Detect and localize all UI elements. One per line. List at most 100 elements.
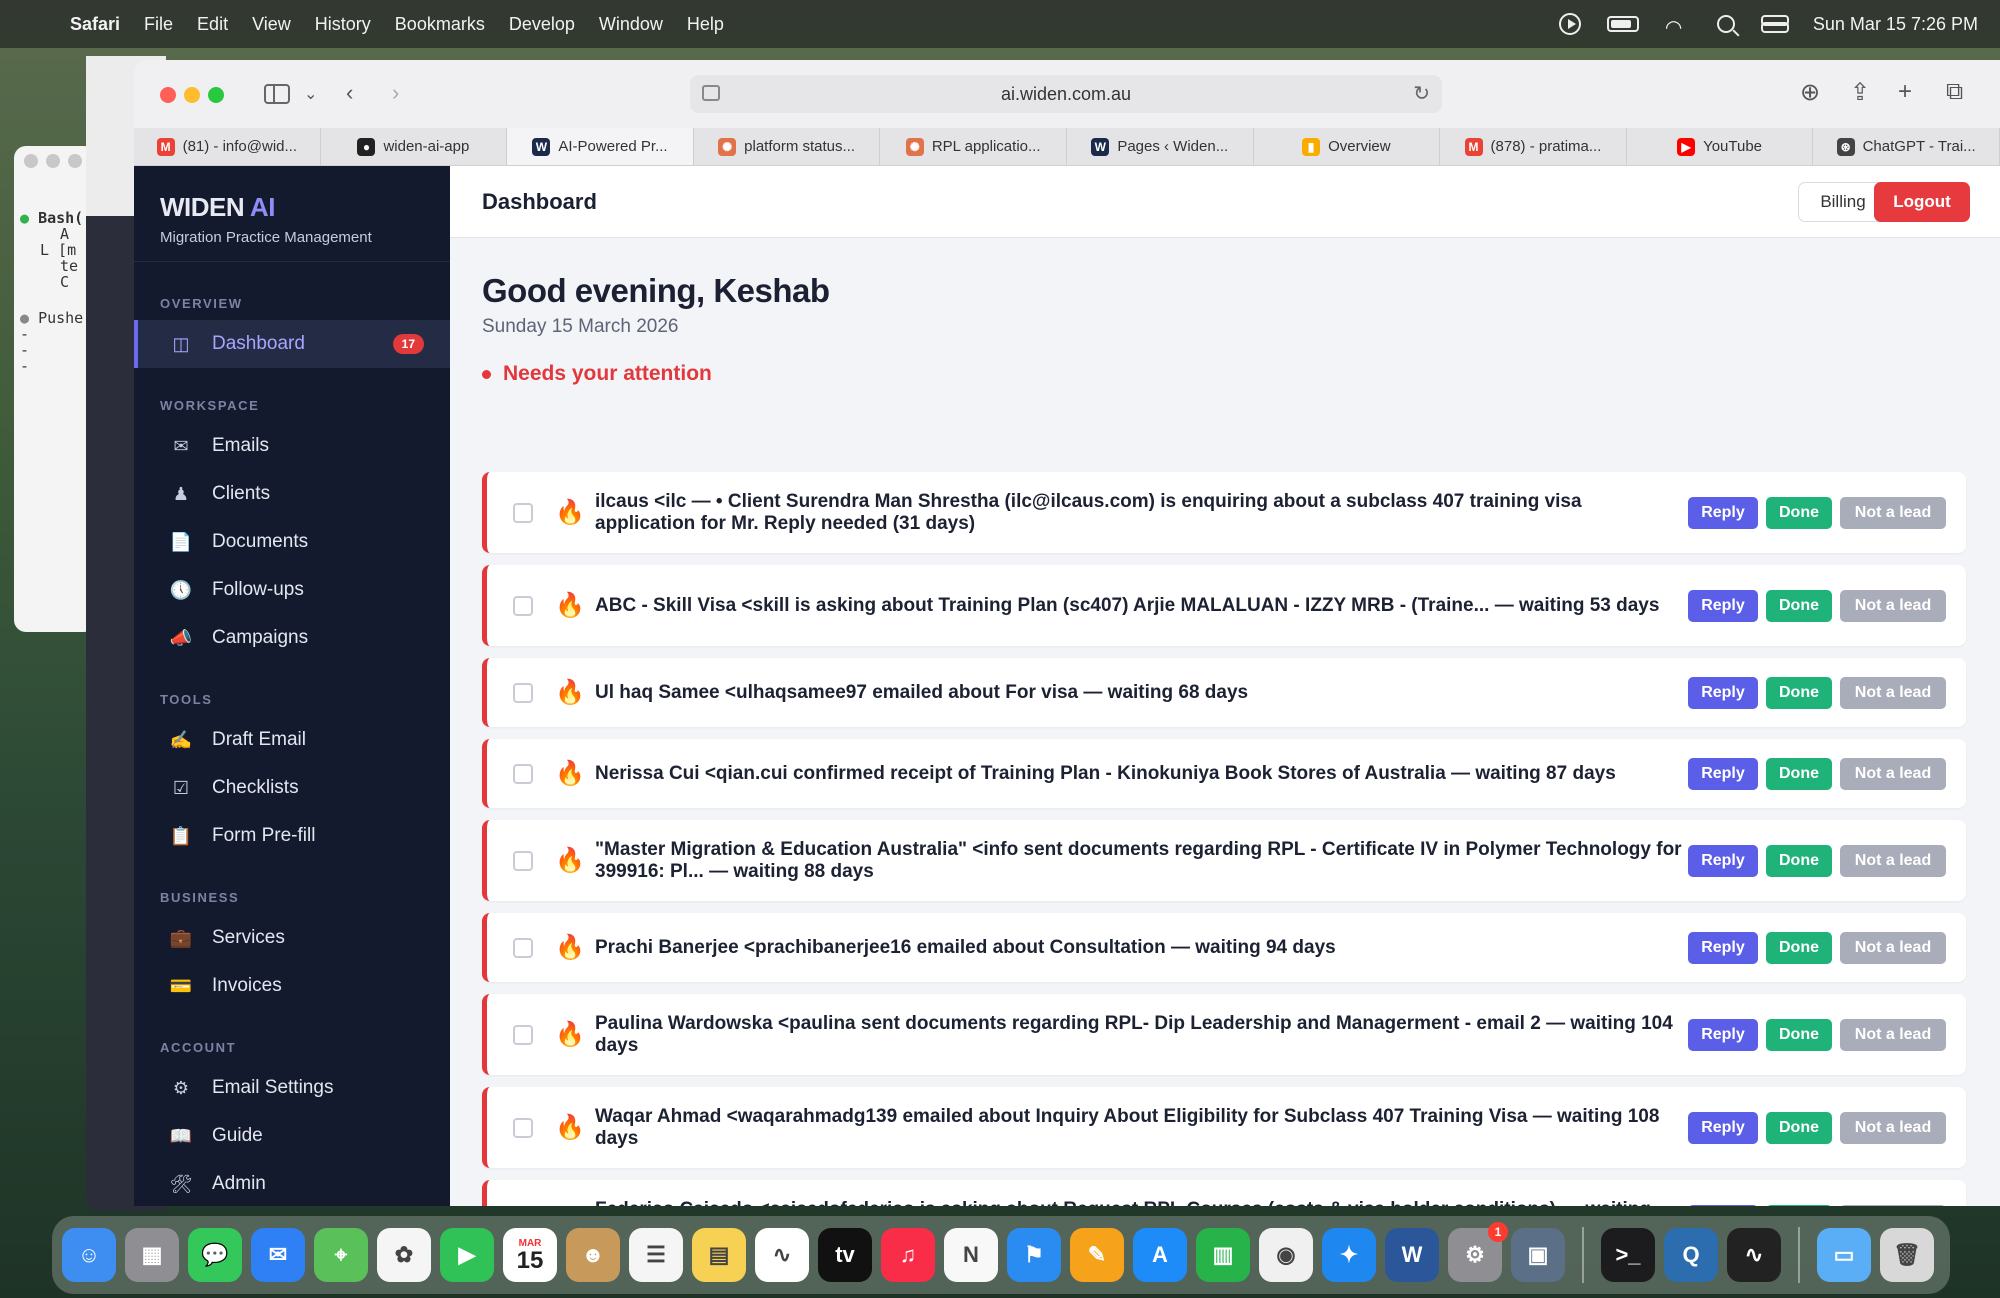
sidebar-item-email-settings[interactable]: ⚙ Email Settings	[134, 1064, 450, 1112]
dock-finder-icon[interactable]: ☺	[62, 1228, 116, 1282]
background-terminal-window[interactable]: ● Bash( A L [m te C ● Pushe - - -	[14, 146, 96, 632]
dock-downloads-icon[interactable]: ▭	[1817, 1228, 1871, 1282]
dock-notes-icon[interactable]: ▤	[692, 1228, 746, 1282]
sidebar-item-campaigns[interactable]: 📣 Campaigns	[134, 614, 450, 662]
sidebar-item-emails[interactable]: ✉ Emails	[134, 422, 450, 470]
dock-trash-icon[interactable]: 🗑	[1880, 1228, 1934, 1282]
dock-keynote-icon[interactable]: ⚑	[1007, 1228, 1061, 1282]
select-checkbox[interactable]	[513, 595, 533, 616]
done-button[interactable]: Done	[1766, 496, 1832, 529]
not-a-lead-button[interactable]: Not a lead	[1840, 676, 1946, 709]
wifi-icon[interactable]: ◠	[1665, 15, 1691, 39]
sidebar-item-checklists[interactable]: ☑ Checklists	[134, 764, 450, 812]
dock-maps-icon[interactable]: ⌖	[314, 1228, 368, 1282]
browser-tab[interactable]: ✺ platform status...	[694, 128, 881, 165]
browser-tab[interactable]: ▶ YouTube	[1627, 128, 1814, 165]
dock-contacts-icon[interactable]: ☻	[566, 1228, 620, 1282]
menu-window[interactable]: Window	[599, 14, 663, 35]
window-minimize-icon[interactable]	[46, 154, 60, 168]
dock-system-settings-icon[interactable]: ⚙ 1	[1448, 1222, 1508, 1282]
tab-group-chevron-icon[interactable]: ⌄	[304, 84, 317, 104]
battery-icon[interactable]	[1606, 16, 1639, 32]
not-a-lead-button[interactable]: Not a lead	[1840, 1018, 1946, 1051]
not-a-lead-button[interactable]: Not a lead	[1840, 844, 1946, 877]
menubar-clock[interactable]: Sun Mar 15 7:26 PM	[1813, 14, 1978, 35]
dock-launchpad-icon[interactable]: ▦	[125, 1228, 179, 1282]
not-a-lead-button[interactable]: Not a lead	[1840, 496, 1946, 529]
sidebar-item-invoices[interactable]: 💳 Invoices	[134, 962, 450, 1010]
not-a-lead-button[interactable]: Not a lead	[1840, 931, 1946, 964]
window-close-icon[interactable]	[24, 154, 38, 168]
dock-app-store-icon[interactable]: A	[1133, 1228, 1187, 1282]
control-center-icon[interactable]	[1760, 15, 1789, 33]
dock-news-icon[interactable]: N	[944, 1228, 998, 1282]
menu-edit[interactable]: Edit	[197, 14, 228, 35]
not-a-lead-button[interactable]: Not a lead	[1840, 757, 1946, 790]
select-checkbox[interactable]	[513, 682, 533, 703]
dock-terminal-icon[interactable]: >_	[1601, 1228, 1655, 1282]
menu-view[interactable]: View	[252, 14, 291, 35]
spotlight-icon[interactable]	[1716, 15, 1735, 33]
sidebar-item-admin[interactable]: 🛠 Admin	[134, 1160, 450, 1206]
dock-messages-icon[interactable]: 💬	[188, 1228, 242, 1282]
done-button[interactable]: Done	[1766, 1204, 1832, 1206]
dock-preview-icon[interactable]: ▣	[1511, 1228, 1565, 1282]
menu-bookmarks[interactable]: Bookmarks	[395, 14, 485, 35]
forward-icon[interactable]: ›	[392, 80, 399, 106]
browser-tab[interactable]: ✺ RPL applicatio...	[880, 128, 1067, 165]
menu-help[interactable]: Help	[687, 14, 724, 35]
reply-button[interactable]: Reply	[1688, 1018, 1758, 1051]
browser-tab[interactable]: M (878) - pratima...	[1440, 128, 1627, 165]
sidebar-item-services[interactable]: 💼 Services	[134, 914, 450, 962]
address-bar[interactable]: ai.widen.com.au ↻	[690, 75, 1442, 113]
reply-button[interactable]: Reply	[1688, 1204, 1758, 1206]
browser-tab[interactable]: W AI-Powered Pr...	[507, 128, 694, 165]
reply-button[interactable]: Reply	[1688, 931, 1758, 964]
sidebar-item-clients[interactable]: ♟ Clients	[134, 470, 450, 518]
browser-tab[interactable]: ● widen-ai-app	[321, 128, 508, 165]
select-checkbox[interactable]	[513, 850, 533, 871]
dock-word-icon[interactable]: W	[1385, 1228, 1439, 1282]
done-button[interactable]: Done	[1766, 931, 1832, 964]
done-button[interactable]: Done	[1766, 757, 1832, 790]
menu-history[interactable]: History	[315, 14, 371, 35]
zoom-window-button[interactable]	[208, 87, 224, 103]
done-button[interactable]: Done	[1766, 1111, 1832, 1144]
menu-develop[interactable]: Develop	[509, 14, 575, 35]
reply-button[interactable]: Reply	[1688, 844, 1758, 877]
sidebar-item-documents[interactable]: 📄 Documents	[134, 518, 450, 566]
browser-tab[interactable]: W Pages ‹ Widen...	[1067, 128, 1254, 165]
done-button[interactable]: Done	[1766, 676, 1832, 709]
share-icon[interactable]: ⇪	[1850, 78, 1870, 107]
dock-freeform-icon[interactable]: ∿	[755, 1228, 809, 1282]
page-settings-icon[interactable]	[702, 85, 720, 101]
select-checkbox[interactable]	[513, 763, 533, 784]
sidebar-item-draft-email[interactable]: ✍ Draft Email	[134, 716, 450, 764]
browser-tab[interactable]: ▮ Overview	[1254, 128, 1441, 165]
select-checkbox[interactable]	[513, 937, 533, 958]
new-tab-icon[interactable]: +	[1898, 78, 1912, 106]
browser-tab[interactable]: M (81) - info@wid...	[134, 128, 321, 165]
back-icon[interactable]: ‹	[346, 80, 353, 106]
reply-button[interactable]: Reply	[1688, 757, 1758, 790]
reply-button[interactable]: Reply	[1688, 496, 1758, 529]
dock-quicktime-icon[interactable]: Q	[1664, 1228, 1718, 1282]
done-button[interactable]: Done	[1766, 589, 1832, 622]
dock-numbers-icon[interactable]: ▥	[1196, 1228, 1250, 1282]
dock-safari-icon[interactable]: ✦	[1322, 1228, 1376, 1282]
close-window-button[interactable]	[160, 87, 176, 103]
minimize-window-button[interactable]	[184, 87, 200, 103]
dock-tv-icon[interactable]: tv	[818, 1228, 872, 1282]
downloads-icon[interactable]: ⊕	[1800, 78, 1820, 107]
select-checkbox[interactable]	[513, 1024, 533, 1045]
dock-reminders-icon[interactable]: ☰	[629, 1228, 683, 1282]
dock-pages-icon[interactable]: ✎	[1070, 1228, 1124, 1282]
done-button[interactable]: Done	[1766, 844, 1832, 877]
reload-icon[interactable]: ↻	[1413, 81, 1430, 106]
sidebar-item-guide[interactable]: 📖 Guide	[134, 1112, 450, 1160]
now-playing-icon[interactable]	[1558, 13, 1581, 35]
select-checkbox[interactable]	[513, 1117, 533, 1138]
dock-facetime-icon[interactable]: ▶	[440, 1228, 494, 1282]
menu-file[interactable]: File	[144, 14, 173, 35]
not-a-lead-button[interactable]: Not a lead	[1840, 1111, 1946, 1144]
